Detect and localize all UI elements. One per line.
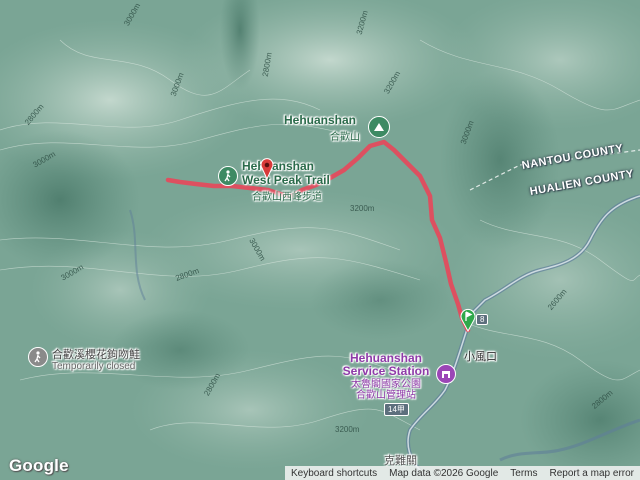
- end-pin-icon[interactable]: [260, 158, 274, 185]
- hiker-icon[interactable]: [28, 347, 48, 367]
- closed-status-label: Temporarily closed: [52, 361, 136, 372]
- terrain-map[interactable]: 3000m 2800m 2800m 3000m 3200m 3000m 3200…: [0, 0, 640, 480]
- start-flag-icon[interactable]: [460, 308, 476, 337]
- elevation-label: 3200m: [350, 204, 375, 213]
- west-peak-label-2[interactable]: West Peak Trail: [242, 173, 330, 187]
- road-14-sign: 14甲: [384, 403, 409, 416]
- map-data-label: Map data ©2026 Google: [389, 467, 499, 479]
- hehuanshan-zh-label: 合歡山: [330, 132, 360, 143]
- road-sign-icon: 8: [476, 314, 489, 325]
- hiker-icon[interactable]: [218, 166, 238, 186]
- hiking-route: [165, 139, 471, 333]
- terms-link[interactable]: Terms: [504, 468, 543, 479]
- cherry-trail-label[interactable]: 合歡溪櫻花鉤吻鮭: [52, 346, 140, 362]
- service-station-zh-1: 太魯閣國家公園: [351, 379, 421, 390]
- hehuanshan-label[interactable]: Hehuanshan: [284, 113, 356, 127]
- service-station-zh-2: 合歡山管理站: [356, 390, 416, 401]
- service-station-name-2[interactable]: Service Station: [336, 365, 436, 378]
- google-logo[interactable]: Google: [9, 456, 69, 476]
- service-station-icon[interactable]: [436, 364, 456, 384]
- west-peak-zh-label: 合歡山西峰步道: [252, 192, 322, 203]
- west-peak-label-1[interactable]: Hehuanshan: [242, 159, 314, 173]
- xiaofengkou-label[interactable]: 小風口: [464, 348, 497, 364]
- map-footer: Keyboard shortcuts Map data ©2026 Google…: [284, 466, 640, 480]
- report-error-link[interactable]: Report a map error: [544, 468, 640, 479]
- keyboard-shortcuts-link[interactable]: Keyboard shortcuts: [285, 468, 383, 479]
- mountain-peak-icon[interactable]: [368, 116, 390, 138]
- elevation-label: 3200m: [335, 425, 360, 434]
